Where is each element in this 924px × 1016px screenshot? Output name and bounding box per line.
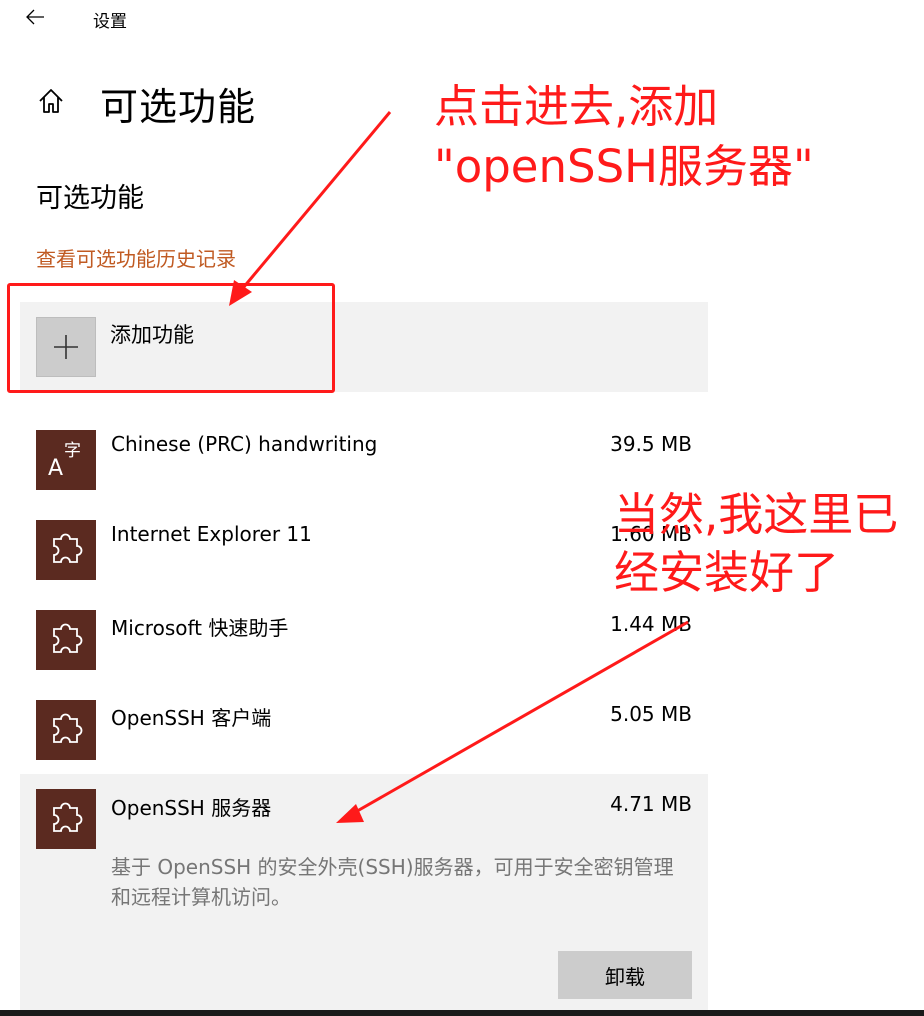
annotation-highlight-box bbox=[7, 283, 335, 393]
history-link[interactable]: 查看可选功能历史记录 bbox=[36, 243, 236, 272]
feature-size: 5.05 MB bbox=[610, 702, 692, 726]
feature-name: Internet Explorer 11 bbox=[111, 522, 312, 546]
feature-item-chinese-handwriting[interactable]: A 字 Chinese (PRC) handwriting 39.5 MB bbox=[20, 430, 708, 492]
bottom-edge bbox=[0, 1010, 924, 1016]
feature-size: 39.5 MB bbox=[610, 432, 692, 456]
annotation-text: "openSSH服务器" bbox=[434, 140, 814, 193]
annotation-text: 经安装好了 bbox=[614, 546, 840, 599]
feature-size: 1.44 MB bbox=[610, 612, 692, 636]
puzzle-piece-icon bbox=[36, 789, 96, 849]
home-icon[interactable] bbox=[36, 86, 66, 116]
back-button[interactable] bbox=[22, 4, 52, 30]
feature-name: OpenSSH 客户端 bbox=[111, 706, 272, 730]
feature-item-openssh-server[interactable]: OpenSSH 服务器 4.71 MB 基于 OpenSSH 的安全外壳(SSH… bbox=[20, 774, 708, 1010]
feature-item-openssh-client[interactable]: OpenSSH 客户端 5.05 MB bbox=[20, 700, 708, 762]
feature-name: Chinese (PRC) handwriting bbox=[111, 432, 378, 456]
uninstall-button[interactable]: 卸载 bbox=[558, 951, 692, 999]
annotation-text: 当然,我这里已 bbox=[614, 488, 899, 541]
puzzle-piece-icon bbox=[36, 700, 96, 760]
window-title: 设置 bbox=[93, 12, 127, 32]
language-handwriting-icon: A 字 bbox=[36, 430, 96, 490]
feature-name: Microsoft 快速助手 bbox=[111, 616, 289, 640]
feature-description: 基于 OpenSSH 的安全外壳(SSH)服务器，可用于安全密钥管理和远程计算机… bbox=[111, 855, 674, 909]
back-arrow-icon bbox=[26, 9, 44, 25]
page-title: 可选功能 bbox=[100, 85, 257, 129]
puzzle-piece-icon bbox=[36, 610, 96, 670]
feature-item-quick-assist[interactable]: Microsoft 快速助手 1.44 MB bbox=[20, 610, 708, 672]
feature-size: 4.71 MB bbox=[610, 792, 692, 816]
feature-name: OpenSSH 服务器 bbox=[111, 796, 272, 820]
puzzle-piece-icon bbox=[36, 520, 96, 580]
feature-item-internet-explorer[interactable]: Internet Explorer 11 1.60 MB bbox=[20, 520, 708, 582]
annotation-text: 点击进去,添加 bbox=[434, 80, 719, 133]
section-title: 可选功能 bbox=[36, 183, 144, 214]
